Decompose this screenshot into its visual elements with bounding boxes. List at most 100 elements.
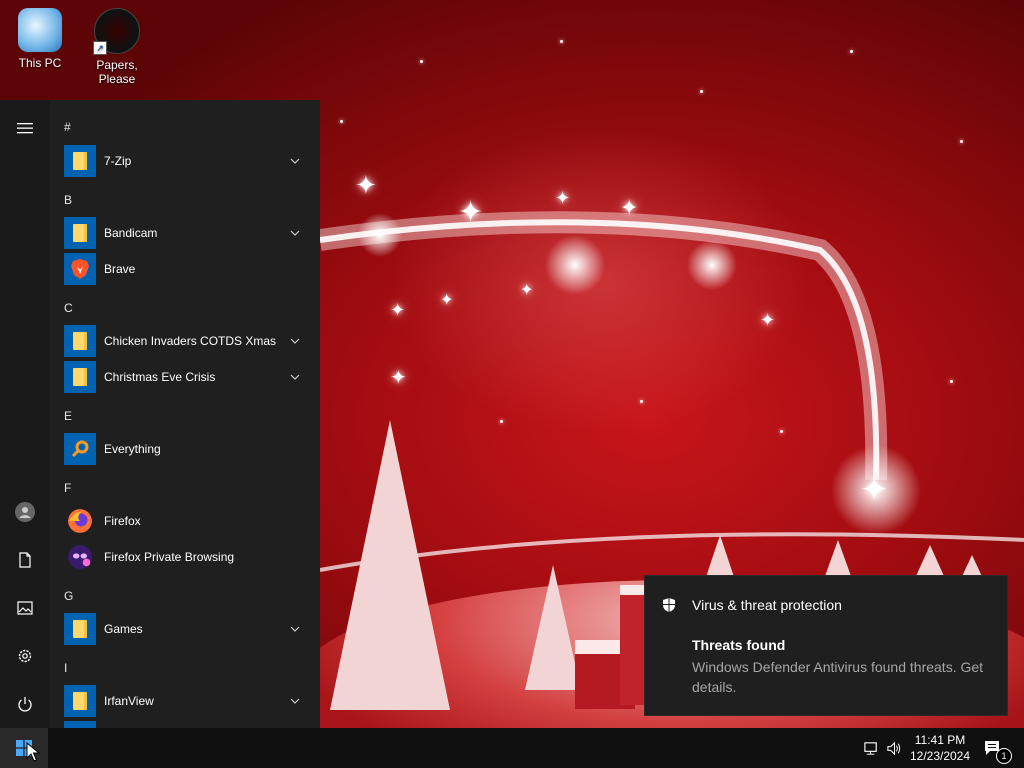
- app-firefox[interactable]: Firefox: [64, 503, 308, 539]
- papers-please-icon: ↗: [93, 8, 140, 55]
- app-name: Christmas Eve Crisis: [104, 370, 216, 384]
- chevron-down-icon[interactable]: [288, 226, 302, 240]
- star: [420, 60, 423, 63]
- sparkle: ✦: [860, 471, 889, 509]
- app-chicken-invaders[interactable]: Chicken Invaders COTDS Xmas: [64, 323, 308, 359]
- app-brave[interactable]: Brave: [64, 251, 308, 287]
- chevron-down-icon[interactable]: [288, 694, 302, 708]
- documents-button[interactable]: [0, 540, 50, 580]
- desktop-icon-this-pc[interactable]: This PC: [0, 8, 80, 70]
- star: [640, 400, 643, 403]
- sparkle: ✦: [520, 282, 534, 299]
- app-irfanview[interactable]: IrfanView: [64, 683, 308, 719]
- settings-icon: [18, 649, 32, 663]
- firefox-private-icon: [64, 541, 96, 573]
- expand-menu-button[interactable]: [0, 108, 50, 148]
- volume-tray-button[interactable]: [884, 738, 904, 758]
- pictures-button[interactable]: [0, 588, 50, 628]
- everything-search-icon: [64, 433, 96, 465]
- taskbar-clock[interactable]: 11:41 PM 12/23/2024: [905, 732, 975, 764]
- app-name: Firefox Private Browsing: [104, 550, 235, 564]
- mouse-cursor-icon: [26, 742, 40, 762]
- folder-icon: [64, 613, 96, 645]
- start-button[interactable]: [0, 728, 48, 768]
- power-button[interactable]: [0, 684, 50, 724]
- toast-heading: Threats found: [692, 637, 786, 653]
- sparkle: ✦: [458, 196, 484, 229]
- network-icon: [863, 741, 877, 755]
- group-header-f[interactable]: F: [64, 481, 71, 495]
- clock-date: 12/23/2024: [909, 749, 971, 763]
- app-firefox-private[interactable]: Firefox Private Browsing: [64, 539, 308, 575]
- documents-icon: [19, 552, 31, 568]
- app-name: Chicken Invaders COTDS Xmas: [104, 334, 277, 348]
- folder-icon: [64, 145, 96, 177]
- this-pc-icon: [18, 8, 62, 52]
- folder-icon: [64, 685, 96, 717]
- star: [850, 50, 853, 53]
- app-christmas-eve-crisis[interactable]: Christmas Eve Crisis: [64, 359, 308, 395]
- sparkle: ✦: [390, 300, 406, 320]
- notification-count-badge: 1: [996, 748, 1012, 764]
- app-partially-visible[interactable]: [64, 719, 308, 728]
- app-games[interactable]: Games: [64, 611, 308, 647]
- group-header-e[interactable]: E: [64, 409, 72, 423]
- desktop-icon-papers-please[interactable]: ↗ Papers, Please: [77, 8, 157, 86]
- star: [340, 120, 343, 123]
- star: [500, 420, 503, 423]
- group-header-i[interactable]: I: [64, 661, 67, 675]
- firefox-icon: [64, 505, 96, 537]
- snow-church-tower: [620, 585, 644, 705]
- desktop-icon-label: This PC: [18, 56, 62, 70]
- settings-button[interactable]: [0, 636, 50, 676]
- network-tray-button[interactable]: [861, 738, 881, 758]
- chevron-down-icon[interactable]: [288, 154, 302, 168]
- star: [960, 140, 963, 143]
- app-name: Firefox: [104, 514, 141, 528]
- sparkle: ✦: [620, 195, 639, 220]
- hamburger-menu-icon: [17, 123, 33, 134]
- chevron-down-icon[interactable]: [288, 334, 302, 348]
- app-list[interactable]: # 7-Zip B Bandicam Brave C Chicken Invad…: [50, 100, 320, 728]
- group-header-b[interactable]: B: [64, 193, 72, 207]
- star: [950, 380, 953, 383]
- sparkle: ✦: [440, 292, 454, 309]
- defender-notification-toast[interactable]: Virus & threat protection Threats found …: [644, 575, 1008, 716]
- app-name: Brave: [104, 262, 136, 276]
- pictures-icon: [17, 601, 33, 615]
- chevron-down-icon[interactable]: [288, 370, 302, 384]
- toast-body: Windows Defender Antivirus found threats…: [692, 659, 984, 695]
- christmas-tree: [525, 565, 581, 690]
- start-menu: # 7-Zip B Bandicam Brave C Chicken Invad…: [0, 100, 320, 728]
- start-menu-rail: [0, 100, 50, 728]
- shield-icon: [663, 598, 675, 612]
- folder-icon: [64, 721, 96, 728]
- app-7-zip[interactable]: 7-Zip: [64, 143, 308, 179]
- christmas-tree: [330, 420, 450, 710]
- group-header-g[interactable]: G: [64, 589, 73, 603]
- folder-icon: [64, 217, 96, 249]
- desktop-icon-label: Papers, Please: [96, 58, 138, 86]
- user-account-icon: [15, 502, 35, 522]
- sparkle: ✦: [355, 170, 377, 200]
- sparkle: ✦: [555, 188, 571, 208]
- folder-icon: [64, 325, 96, 357]
- user-account-button[interactable]: [0, 492, 50, 532]
- app-name: 7-Zip: [104, 154, 132, 168]
- power-icon: [18, 697, 32, 712]
- app-everything[interactable]: Everything: [64, 431, 308, 467]
- app-bandicam[interactable]: Bandicam: [64, 215, 308, 251]
- app-name: Games: [104, 622, 143, 636]
- taskbar: 11:41 PM 12/23/2024: [0, 728, 1024, 768]
- sparkle: ✦: [760, 310, 776, 330]
- app-name: Bandicam: [104, 226, 158, 240]
- app-name: Everything: [104, 442, 161, 456]
- toast-title: Virus & threat protection: [692, 597, 842, 613]
- star: [780, 430, 783, 433]
- chevron-down-icon[interactable]: [288, 622, 302, 636]
- volume-icon: [886, 741, 900, 755]
- group-header-c[interactable]: C: [64, 301, 73, 315]
- shortcut-arrow-icon: ↗: [93, 41, 107, 55]
- group-header-hash[interactable]: #: [64, 120, 71, 134]
- sparkle: ✦: [390, 367, 407, 389]
